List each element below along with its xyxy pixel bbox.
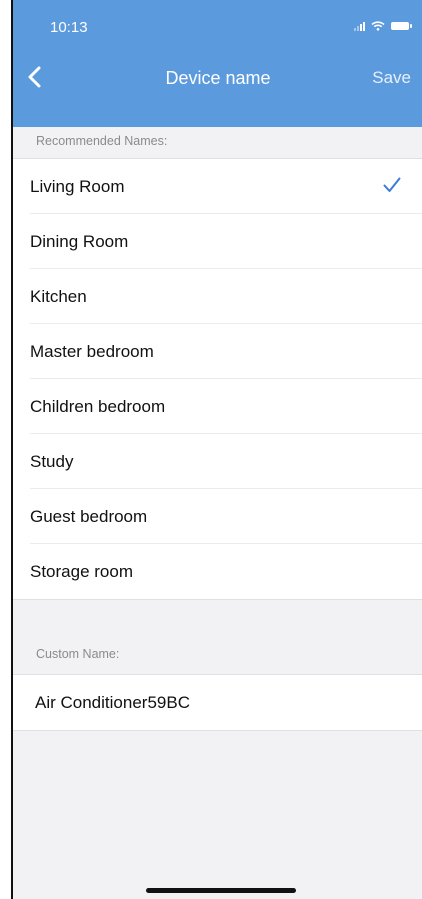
status-time: 10:13 (50, 19, 88, 36)
battery-icon (391, 22, 412, 30)
phone-screen: 10:13 Device name Save Recommended Names… (11, 0, 422, 899)
list-item[interactable]: Storage room (13, 544, 422, 599)
list-item-label: Guest bedroom (30, 506, 148, 526)
wifi-icon (371, 21, 385, 31)
custom-name-header: Custom Name: (36, 647, 120, 661)
recommended-header: Recommended Names: (36, 134, 168, 148)
custom-name-row (13, 674, 422, 731)
list-item[interactable]: Living Room (13, 159, 422, 214)
status-icons (354, 21, 412, 31)
home-indicator (146, 888, 296, 893)
list-item-label: Master bedroom (30, 341, 154, 361)
signal-icon (354, 21, 365, 31)
checkmark-icon (383, 177, 401, 192)
list-item[interactable]: Master bedroom (13, 324, 422, 379)
custom-name-input[interactable] (13, 691, 377, 714)
list-item[interactable]: Study (13, 434, 422, 489)
list-item-label: Living Room (30, 176, 125, 196)
nav-bar: 10:13 Device name Save (13, 0, 422, 127)
list-item-label: Children bedroom (30, 396, 166, 416)
list-item[interactable]: Guest bedroom (13, 489, 422, 544)
list-item-label: Study (30, 451, 74, 471)
list-item[interactable]: Dining Room (13, 214, 422, 269)
list-item-label: Kitchen (30, 286, 87, 306)
page-title: Device name (165, 68, 271, 88)
list-item[interactable]: Kitchen (13, 269, 422, 324)
list-item[interactable]: Children bedroom (13, 379, 422, 434)
list-item-label: Dining Room (30, 231, 129, 251)
save-button[interactable]: Save (372, 68, 411, 88)
list-item-label: Storage room (30, 561, 133, 581)
recommended-list: Living Room Dining Room Kitchen Master b… (13, 158, 422, 600)
